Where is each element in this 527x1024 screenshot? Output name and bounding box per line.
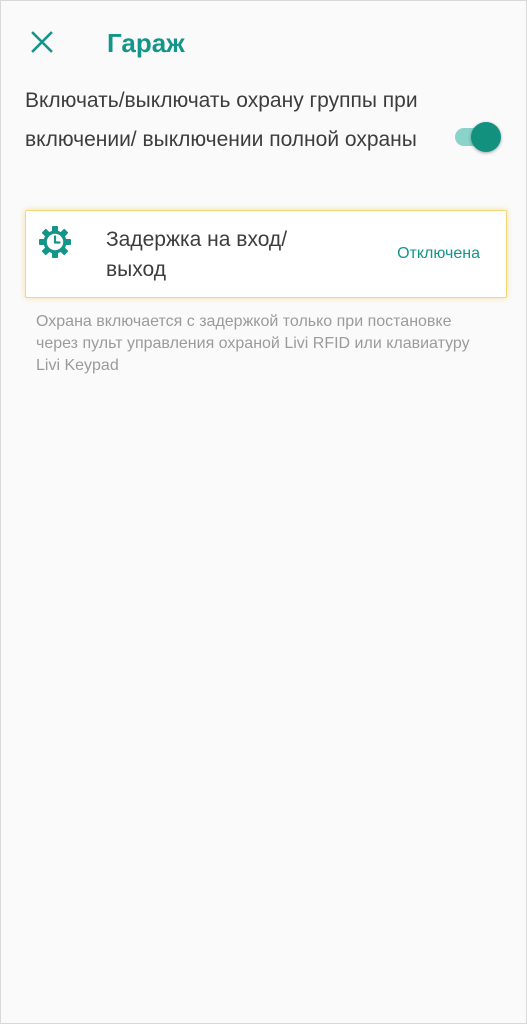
close-button[interactable]: [25, 25, 59, 59]
hint-text: Охрана включается с задержкой только при…: [36, 313, 470, 374]
gear-clock-icon: [39, 226, 71, 258]
entry-delay-card[interactable]: Задержка на вход/ выход Отключена: [25, 210, 507, 298]
group-guard-setting-row[interactable]: Включать/выключать охрану группы при вкл…: [25, 81, 505, 195]
page-title: Гараж: [107, 28, 185, 58]
switch-thumb: [471, 122, 501, 152]
group-guard-switch[interactable]: [453, 122, 501, 152]
settings-screen: Гараж Включать/выключать охрану группы п…: [0, 0, 527, 1024]
entry-delay-label: Задержка на вход/ выход: [106, 228, 288, 281]
close-icon: [31, 31, 53, 53]
group-guard-setting-label: Включать/выключать охрану группы при вкл…: [25, 89, 418, 151]
entry-delay-value: Отключена: [397, 245, 480, 262]
